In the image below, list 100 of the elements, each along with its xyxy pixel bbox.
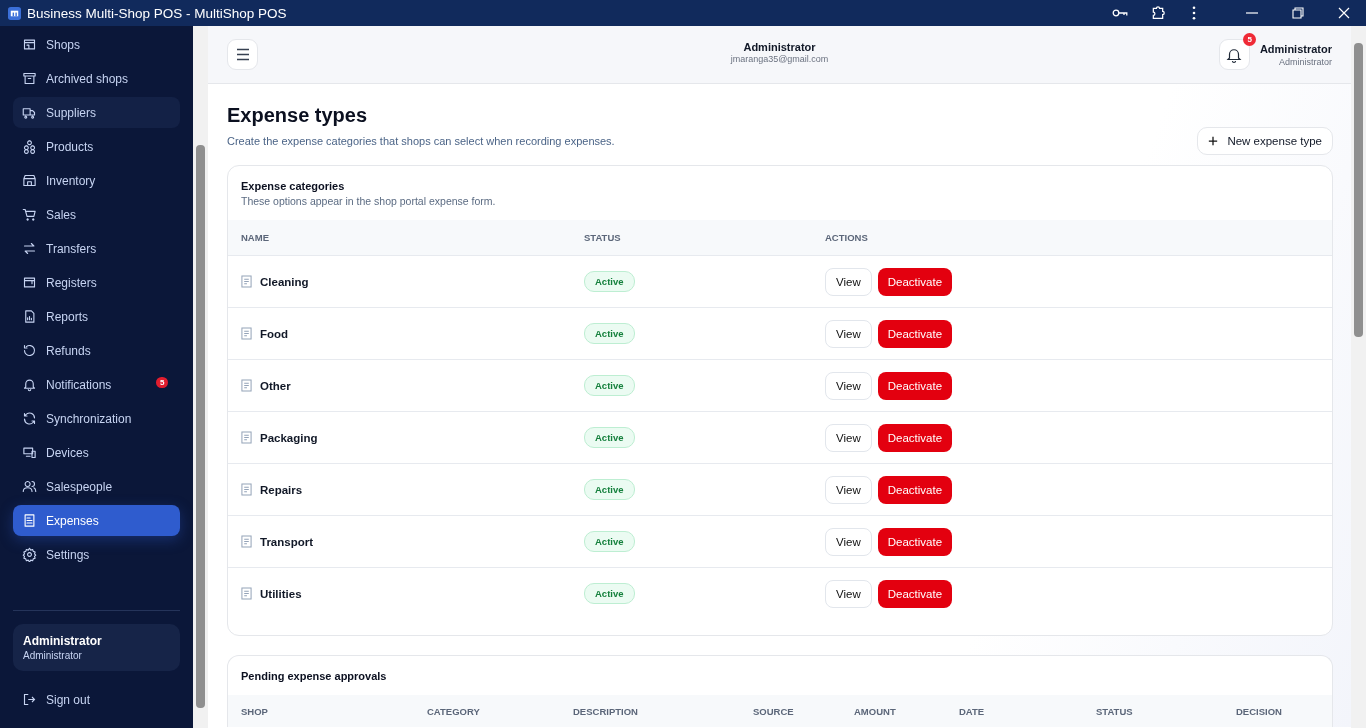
archive-box-icon [22,71,37,86]
app-logo-icon [8,6,21,20]
deactivate-button[interactable]: Deactivate [877,579,953,608]
column-header: SHOP [241,705,269,717]
deactivate-button[interactable]: Deactivate [877,423,953,452]
status-badge: Active [584,427,635,448]
more-icon[interactable] [1192,6,1196,20]
sidebar-scrollbar[interactable] [193,26,208,728]
undo-arrow-icon [22,343,37,358]
view-button[interactable]: View [825,527,872,556]
report-document-icon [22,309,37,324]
sidebar-item[interactable]: Refunds [13,335,180,366]
sidebar-item[interactable]: Shops [13,29,180,60]
people-icon [22,479,37,494]
category-name: Food [260,327,289,340]
sidebar-item[interactable]: Inventory [13,165,180,196]
category-name: Other [260,379,291,392]
sidebar-item[interactable]: Suppliers [13,97,180,128]
notification-count-badge: 5 [1243,33,1256,46]
document-icon [241,275,252,288]
column-header: NAME [241,232,270,243]
column-header: DESCRIPTION [573,705,639,717]
column-header: DECISION [1236,705,1282,717]
user-role: Administrator [1279,56,1332,67]
column-header: STATUS [1096,705,1134,717]
user-role: Administrator [23,650,83,661]
status-badge: Active [584,375,635,396]
view-button[interactable]: View [825,579,872,608]
column-header: DATE [959,705,986,717]
account-email: jmaranga35@gmail.com [730,54,829,64]
bell-icon [22,377,37,392]
column-header: AMOUNT [854,705,897,717]
status-badge: Active [584,323,635,344]
document-icon [241,379,252,392]
new-expense-type-button[interactable]: New expense type [1197,127,1333,155]
card-subtitle: These options appear in the shop portal expense form. [241,195,497,207]
category-name: Transport [260,535,314,548]
sidebar-item[interactable]: Devices [13,437,180,468]
document-icon [241,483,252,496]
deactivate-button[interactable]: Deactivate [877,319,953,348]
sidebar-item[interactable]: Products [13,131,180,162]
notification-count-badge: 5 [156,377,169,388]
view-button[interactable]: View [825,319,872,348]
category-name: Repairs [260,483,303,496]
deactivate-button[interactable]: Deactivate [877,475,953,504]
sidebar-item[interactable]: Reports [13,301,180,332]
status-badge: Active [584,583,635,604]
plus-icon [1208,136,1219,146]
view-button[interactable]: View [825,475,872,504]
sidebar-item[interactable]: Settings [13,539,180,570]
close-icon[interactable] [1338,6,1350,20]
column-header: ACTIONS [825,232,868,243]
column-header: CATEGORY [427,705,481,717]
sign-out-link[interactable]: Sign out [13,684,180,715]
deactivate-button[interactable]: Deactivate [877,371,953,400]
deactivate-button[interactable]: Deactivate [877,527,953,556]
menu-button[interactable] [227,39,258,70]
sidebar-item[interactable]: Archived shops [13,63,180,94]
cart-icon [22,207,37,222]
sidebar-item[interactable]: Notifications 5 [13,369,180,400]
status-badge: Active [584,479,635,500]
category-name: Utilities [260,587,302,600]
sign-out-icon [22,692,37,707]
notifications-button[interactable] [1218,39,1250,70]
user-name: Administrator [23,634,103,648]
devices-icon [22,445,37,460]
column-header: SOURCE [753,705,795,717]
deactivate-button[interactable]: Deactivate [877,267,953,296]
receipt-icon [22,513,37,528]
view-button[interactable]: View [825,371,872,400]
page-subtitle: Create the expense categories that shops can select when recording expenses. [227,135,615,147]
puzzle-icon[interactable] [1150,6,1166,20]
page-scrollbar[interactable] [1351,26,1366,728]
sidebar-item[interactable]: Transfers [13,233,180,264]
category-name: Cleaning [260,275,309,288]
account-name: Administrator [743,41,816,53]
document-icon [241,587,252,600]
sync-icon [22,411,37,426]
storefront-icon [22,173,37,188]
sidebar-item[interactable]: Sales [13,199,180,230]
document-icon [241,431,252,444]
window-title: Business Multi-Shop POS - MultiShop POS [27,5,287,21]
settings-icon [22,547,37,562]
menu-icon [235,48,250,61]
sidebar-item[interactable]: Expenses [13,505,180,536]
view-button[interactable]: View [825,267,872,296]
sidebar-item[interactable]: Synchronization [13,403,180,434]
category-name: Packaging [260,431,318,444]
status-badge: Active [584,271,635,292]
page-title: Expense types [227,104,369,127]
truck-icon [22,105,37,120]
sidebar-item[interactable]: Registers [13,267,180,298]
sidebar-item[interactable]: Salespeople [13,471,180,502]
transfer-arrows-icon [22,241,37,256]
status-badge: Active [584,531,635,552]
restore-icon[interactable] [1292,6,1304,20]
view-button[interactable]: View [825,423,872,452]
document-icon [241,327,252,340]
card-title: Pending expense approvals [241,670,388,682]
document-icon [241,535,252,548]
